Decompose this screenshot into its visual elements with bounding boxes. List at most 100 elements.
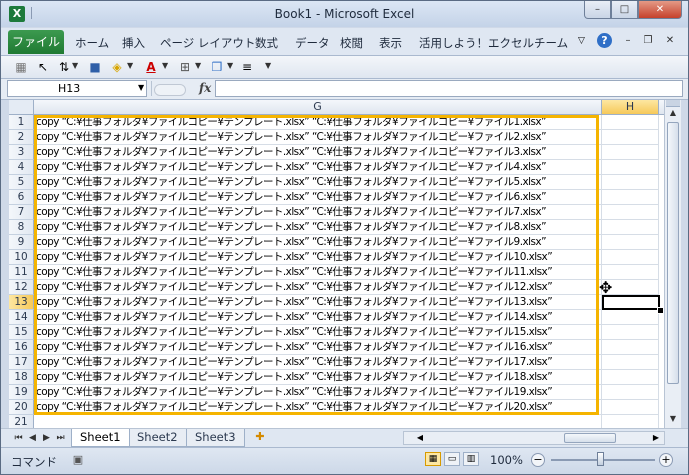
cell-h[interactable] [602,235,659,250]
cell-g[interactable]: copy “C:¥仕事フォルダ¥ファイルコピー¥テンプレート.xlsx” “C:… [34,205,602,220]
tab-page-layout[interactable]: ページ レイアウト [160,35,255,51]
row-header[interactable]: 9 [9,235,34,250]
first-sheet-icon[interactable]: ⏮ [13,431,24,445]
cell-g[interactable] [34,415,602,428]
cell-h[interactable] [602,250,659,265]
cell-g[interactable]: copy “C:¥仕事フォルダ¥ファイルコピー¥テンプレート.xlsx” “C:… [34,145,602,160]
spreadsheet-grid[interactable]: G H 1 copy “C:¥仕事フォルダ¥ファイルコピー¥テンプレート.xlsx… [9,100,664,428]
tab-data[interactable]: データ [295,35,330,51]
tab-view[interactable]: 表示 [379,35,402,51]
cell-h[interactable] [602,340,659,355]
column-header-g[interactable]: G [34,100,602,115]
row-header[interactable]: 1 [9,115,34,130]
save-icon[interactable]: ■ [87,59,103,75]
row-header[interactable]: 18 [9,370,34,385]
cell-g[interactable]: copy “C:¥仕事フォルダ¥ファイルコピー¥テンプレート.xlsx” “C:… [34,340,602,355]
horizontal-scroll-thumb[interactable] [564,433,616,443]
row-header[interactable]: 12 [9,280,34,295]
cell-g[interactable]: copy “C:¥仕事フォルダ¥ファイルコピー¥テンプレート.xlsx” “C:… [34,160,602,175]
cell-g[interactable]: copy “C:¥仕事フォルダ¥ファイルコピー¥テンプレート.xlsx” “C:… [34,220,602,235]
new-sheet-icon[interactable]: ✚ [253,430,267,444]
sheet-tab-sheet2[interactable]: Sheet2 [128,429,187,447]
fill-color-dropdown-icon[interactable]: ▼ [127,61,133,70]
scroll-right-icon[interactable]: ▶ [650,432,662,444]
scroll-down-icon[interactable]: ▼ [666,412,680,426]
cell-g[interactable]: copy “C:¥仕事フォルダ¥ファイルコピー¥テンプレート.xlsx” “C:… [34,190,602,205]
file-tab[interactable]: ファイル [8,30,64,54]
cell-g[interactable]: copy “C:¥仕事フォルダ¥ファイルコピー¥テンプレート.xlsx” “C:… [34,355,602,370]
cell-h[interactable] [602,145,659,160]
row-header[interactable]: 4 [9,160,34,175]
cell-g[interactable]: copy “C:¥仕事フォルダ¥ファイルコピー¥テンプレート.xlsx” “C:… [34,295,602,310]
cell-g[interactable]: copy “C:¥仕事フォルダ¥ファイルコピー¥テンプレート.xlsx” “C:… [34,250,602,265]
row-header[interactable]: 3 [9,145,34,160]
shapes-dropdown-icon[interactable]: ▼ [227,61,233,70]
align-icon[interactable]: ≡ [239,59,255,75]
font-color-dropdown-icon[interactable]: ▼ [162,61,168,70]
font-color-icon[interactable]: A [143,59,159,75]
tab-formulas[interactable]: 数式 [255,35,278,51]
cell-h[interactable] [602,400,659,415]
normal-view-icon[interactable]: ▦ [425,452,441,466]
formula-bar-resize-handle[interactable] [154,84,186,96]
row-header[interactable]: 19 [9,385,34,400]
cell-g[interactable]: copy “C:¥仕事フォルダ¥ファイルコピー¥テンプレート.xlsx” “C:… [34,325,602,340]
calc-icon[interactable]: ▦ [13,59,29,75]
sort-dropdown-icon[interactable]: ▼ [72,61,78,70]
cell-h[interactable] [602,130,659,145]
minimize-button[interactable]: – [584,1,611,19]
horizontal-scrollbar[interactable]: ◀ ▶ [403,431,665,445]
vertical-scrollbar[interactable]: ▲ ▼ [664,100,681,428]
cell-g[interactable]: copy “C:¥仕事フォルダ¥ファイルコピー¥テンプレート.xlsx” “C:… [34,265,602,280]
doc-minimize-icon[interactable]: – [621,34,635,48]
row-header[interactable]: 10 [9,250,34,265]
formula-input[interactable] [215,80,683,97]
cell-h[interactable] [602,115,659,130]
tab-review[interactable]: 校閲 [340,35,363,51]
cell-g[interactable]: copy “C:¥仕事フォルダ¥ファイルコピー¥テンプレート.xlsx” “C:… [34,370,602,385]
sheet-tab-sheet1[interactable]: Sheet1 [71,429,130,447]
pointer-icon[interactable]: ↖ [35,59,51,75]
prev-sheet-icon[interactable]: ◀ [27,431,38,445]
row-header[interactable]: 14 [9,310,34,325]
last-sheet-icon[interactable]: ⏭ [55,431,66,445]
cell-h[interactable] [602,325,659,340]
name-box-dropdown-icon[interactable]: ▼ [138,83,144,92]
row-header[interactable]: 5 [9,175,34,190]
shapes-icon[interactable]: ❒ [209,59,225,75]
row-header[interactable]: 20 [9,400,34,415]
row-header[interactable]: 13 [9,295,34,310]
fx-icon[interactable]: fx [199,81,211,95]
cell-g[interactable]: copy “C:¥仕事フォルダ¥ファイルコピー¥テンプレート.xlsx” “C:… [34,280,602,295]
cell-h[interactable] [602,190,659,205]
name-box[interactable]: H13 [7,80,147,97]
cell-g[interactable]: copy “C:¥仕事フォルダ¥ファイルコピー¥テンプレート.xlsx” “C:… [34,235,602,250]
cell-h[interactable] [602,220,659,235]
maximize-button[interactable]: □ [611,1,638,19]
tab-home[interactable]: ホーム [75,35,109,51]
select-all-corner[interactable] [9,100,34,115]
sheet-tab-sheet3[interactable]: Sheet3 [186,429,245,447]
cell-g[interactable]: copy “C:¥仕事フォルダ¥ファイルコピー¥テンプレート.xlsx” “C:… [34,385,602,400]
row-header[interactable]: 8 [9,220,34,235]
zoom-in-icon[interactable]: + [659,453,673,467]
cell-g[interactable]: copy “C:¥仕事フォルダ¥ファイルコピー¥テンプレート.xlsx” “C:… [34,175,602,190]
row-header[interactable]: 11 [9,265,34,280]
scroll-left-icon[interactable]: ◀ [414,432,426,444]
cell-h[interactable] [602,205,659,220]
vertical-scroll-thumb[interactable] [667,122,679,384]
fill-color-icon[interactable]: ◈ [109,59,125,75]
row-header[interactable]: 16 [9,340,34,355]
cell-g[interactable]: copy “C:¥仕事フォルダ¥ファイルコピー¥テンプレート.xlsx” “C:… [34,130,602,145]
doc-close-icon[interactable]: ✕ [663,34,677,48]
cell-h[interactable] [602,385,659,400]
borders-icon[interactable]: ⊞ [177,59,193,75]
zoom-level[interactable]: 100% [490,453,523,467]
cell-h[interactable] [602,160,659,175]
cell-h[interactable] [602,355,659,370]
cell-g[interactable]: copy “C:¥仕事フォルダ¥ファイルコピー¥テンプレート.xlsx” “C:… [34,310,602,325]
cell-h[interactable] [602,310,659,325]
row-header[interactable]: 21 [9,415,34,428]
help-icon[interactable]: ? [597,33,612,48]
cell-g[interactable]: copy “C:¥仕事フォルダ¥ファイルコピー¥テンプレート.xlsx” “C:… [34,400,602,415]
